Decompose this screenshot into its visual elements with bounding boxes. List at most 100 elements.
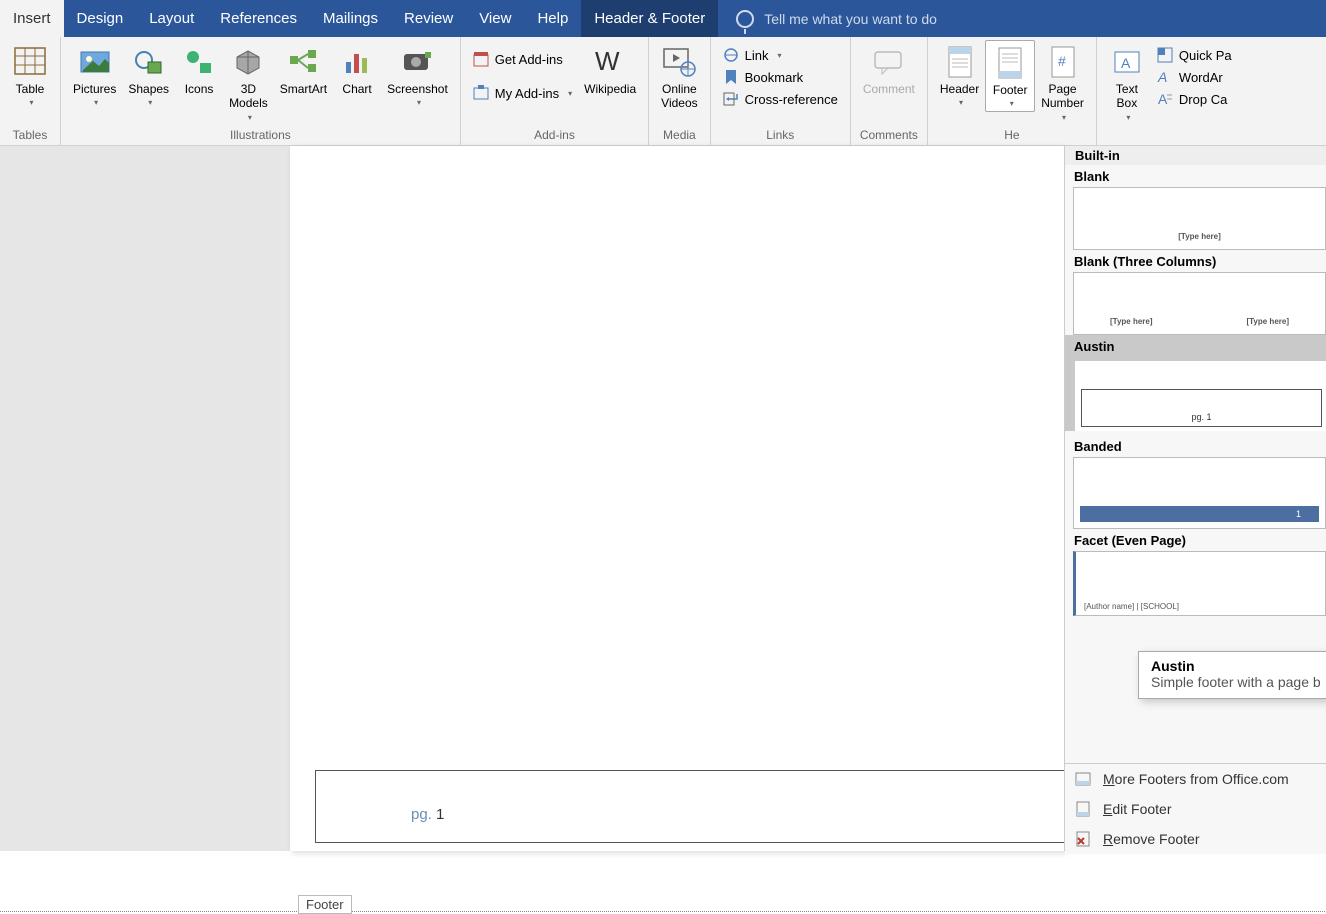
get-addins-button[interactable]: Get Add-ins xyxy=(467,48,578,70)
gallery-item-blank3[interactable]: [Type here] [Type here] xyxy=(1073,272,1326,335)
table-icon xyxy=(12,44,48,80)
wordart-icon: A xyxy=(1157,69,1173,85)
gallery-item-austin[interactable]: Austin pg. 1 xyxy=(1065,335,1326,431)
footer-prefix: pg. xyxy=(411,806,436,823)
page[interactable]: pg. 1 xyxy=(290,146,1065,851)
tab-insert[interactable]: Insert xyxy=(0,0,64,37)
tab-design[interactable]: Design xyxy=(64,0,137,37)
svg-text:A: A xyxy=(1158,91,1168,107)
chart-button[interactable]: Chart xyxy=(333,40,381,98)
header-label: Header xyxy=(940,82,979,96)
shapes-label: Shapes xyxy=(128,82,169,96)
wordart-button[interactable]: A WordAr xyxy=(1151,66,1238,88)
footer-page-number: 1 xyxy=(436,806,444,823)
header-button[interactable]: Header xyxy=(934,40,985,110)
group-tables-label: Tables xyxy=(6,128,54,144)
footer-page-text: pg. 1 xyxy=(411,806,444,823)
pictures-label: Pictures xyxy=(73,82,116,96)
footer-region[interactable]: pg. 1 xyxy=(315,770,1065,843)
group-illustrations: Pictures Shapes Icons 3D Models SmartArt… xyxy=(61,37,461,145)
wordart-label: WordAr xyxy=(1179,70,1223,85)
gallery-item-banded[interactable]: 1 xyxy=(1073,457,1326,529)
svg-text:A: A xyxy=(1121,55,1131,71)
3d-models-button[interactable]: 3D Models xyxy=(223,40,274,124)
bookmark-label: Bookmark xyxy=(745,70,804,85)
gallery-item-austin-title: Austin xyxy=(1065,335,1326,357)
screenshot-button[interactable]: Screenshot xyxy=(381,40,454,110)
screenshot-label: Screenshot xyxy=(387,82,448,96)
3d-models-icon xyxy=(230,44,266,80)
footer-button[interactable]: Footer xyxy=(985,40,1035,112)
footer-label: Footer xyxy=(993,83,1028,97)
online-videos-icon xyxy=(661,44,697,80)
text-box-button[interactable]: A Text Box xyxy=(1103,40,1151,124)
group-hf-label: He xyxy=(934,128,1090,144)
icons-icon xyxy=(181,44,217,80)
my-addins-button[interactable]: My Add-ins xyxy=(467,82,578,104)
tab-references[interactable]: References xyxy=(207,0,310,37)
quick-parts-button[interactable]: Quick Pa xyxy=(1151,44,1238,66)
group-header-footer: Header Footer # Page Number He xyxy=(928,37,1097,145)
online-videos-button[interactable]: Online Videos xyxy=(655,40,703,113)
table-button[interactable]: Table xyxy=(6,40,54,110)
footer-gallery: Built-in Blank [Type here] Blank (Three … xyxy=(1064,146,1326,851)
crossref-icon xyxy=(723,91,739,107)
more-footers-button[interactable]: More Footers from Office.com xyxy=(1065,764,1326,794)
addins-icon xyxy=(473,85,489,101)
tab-layout[interactable]: Layout xyxy=(136,0,207,37)
lightbulb-icon xyxy=(736,10,754,28)
gallery-item-blank[interactable]: [Type here] xyxy=(1073,187,1326,250)
link-label: Link xyxy=(745,48,769,63)
link-button[interactable]: Link xyxy=(717,44,844,66)
tab-header-footer[interactable]: Header & Footer xyxy=(581,0,718,37)
drop-cap-label: Drop Ca xyxy=(1179,92,1227,107)
online-videos-label: Online Videos xyxy=(661,82,697,111)
smartart-label: SmartArt xyxy=(280,82,327,96)
cross-reference-button[interactable]: Cross-reference xyxy=(717,88,844,110)
smartart-button[interactable]: SmartArt xyxy=(274,40,333,98)
ribbon-tabs: Insert Design Layout References Mailings… xyxy=(0,0,1326,37)
wikipedia-label: Wikipedia xyxy=(584,82,636,96)
get-addins-label: Get Add-ins xyxy=(495,52,563,67)
tab-mailings[interactable]: Mailings xyxy=(310,0,391,37)
chart-icon xyxy=(339,44,375,80)
group-tables: Table Tables xyxy=(0,37,61,145)
group-text: A Text Box Quick Pa A WordAr A Drop Ca xyxy=(1097,37,1244,145)
shapes-icon xyxy=(131,44,167,80)
svg-text:#: # xyxy=(1058,53,1066,69)
comment-button[interactable]: Comment xyxy=(857,40,921,98)
quick-parts-label: Quick Pa xyxy=(1179,48,1232,63)
wikipedia-icon: W xyxy=(592,44,628,80)
tell-me-search[interactable]: Tell me what you want to do xyxy=(718,0,937,37)
gallery-item-blank3-title: Blank (Three Columns) xyxy=(1065,250,1326,272)
remove-footer-label: Remove Footer xyxy=(1103,831,1200,847)
gallery-actions: More Footers from Office.com Edit Footer… xyxy=(1065,763,1326,854)
drop-cap-button[interactable]: A Drop Ca xyxy=(1151,88,1238,110)
shapes-button[interactable]: Shapes xyxy=(122,40,175,110)
more-footers-label: More Footers from Office.com xyxy=(1103,771,1289,787)
text-box-label: Text Box xyxy=(1116,82,1138,111)
edit-footer-label: Edit Footer xyxy=(1103,801,1171,817)
tab-help[interactable]: Help xyxy=(524,0,581,37)
tooltip-title: Austin xyxy=(1151,658,1325,674)
gallery-item-facet[interactable]: [Author name] | [SCHOOL] xyxy=(1073,551,1326,616)
document-area: pg. 1 Footer Built-in Blank [Type here] … xyxy=(0,146,1326,851)
gallery-item-banded-title: Banded xyxy=(1065,435,1326,457)
group-comments-label: Comments xyxy=(857,128,921,144)
my-addins-label: My Add-ins xyxy=(495,86,559,101)
group-comments: Comment Comments xyxy=(851,37,928,145)
remove-footer-button[interactable]: Remove Footer xyxy=(1065,824,1326,854)
pictures-button[interactable]: Pictures xyxy=(67,40,122,110)
icons-button[interactable]: Icons xyxy=(175,40,223,98)
tab-view[interactable]: View xyxy=(466,0,524,37)
remove-footer-icon xyxy=(1075,831,1091,847)
edit-footer-button[interactable]: Edit Footer xyxy=(1065,794,1326,824)
quick-parts-icon xyxy=(1157,47,1173,63)
tab-review[interactable]: Review xyxy=(391,0,466,37)
drop-cap-icon: A xyxy=(1157,91,1173,107)
table-label: Table xyxy=(16,82,45,96)
page-number-button[interactable]: # Page Number xyxy=(1035,40,1090,124)
bookmark-button[interactable]: Bookmark xyxy=(717,66,844,88)
3d-models-label: 3D Models xyxy=(229,82,268,111)
wikipedia-button[interactable]: W Wikipedia xyxy=(578,40,642,98)
